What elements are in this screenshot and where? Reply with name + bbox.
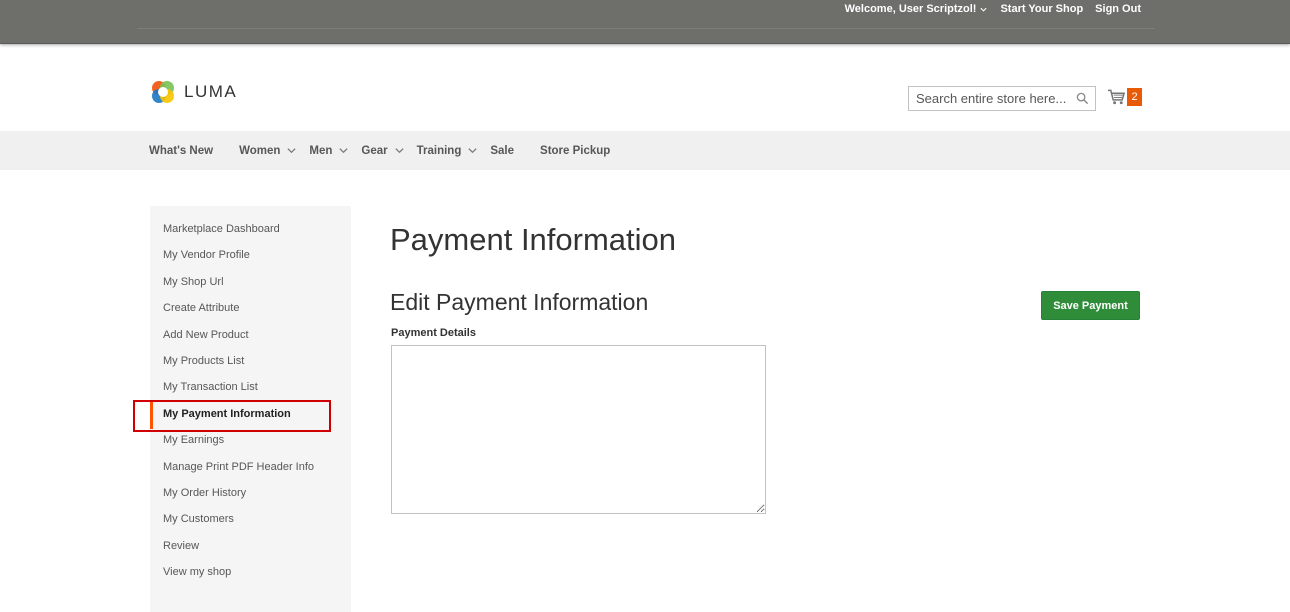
logo-text: LUMA [184, 82, 238, 101]
sidebar-item-add-new-product[interactable]: Add New Product [163, 329, 249, 341]
nav-item-label: What's New [149, 144, 214, 157]
luma-logo-icon [152, 81, 174, 103]
nav-item-label: Training [416, 144, 462, 157]
main-nav: What's New Women Men Gear Training Sale Store … [0, 131, 1290, 170]
payment-details-label: Payment Details [391, 327, 476, 339]
nav-item-sale[interactable]: Sale [490, 145, 514, 157]
sidebar-item-my-order-history[interactable]: My Order History [163, 487, 246, 499]
section-title: Edit Payment Information [390, 289, 649, 315]
welcome-text: Welcome, User Scriptzol! [844, 3, 977, 15]
top-bar: Welcome, User Scriptzol! Start Your Shop… [0, 0, 1290, 44]
sidebar-item-review[interactable]: Review [163, 540, 199, 552]
nav-item-store-pickup[interactable]: Store Pickup [540, 145, 610, 157]
sidebar-item-my-shop-url[interactable]: My Shop Url [163, 276, 224, 288]
sidebar-item-my-products-list[interactable]: My Products List [163, 355, 244, 367]
chevron-down-icon [980, 7, 988, 12]
payment-details-textarea[interactable] [391, 345, 766, 514]
search-input[interactable] [909, 87, 1077, 110]
sidebar-item-view-my-shop[interactable]: View my shop [163, 566, 231, 578]
nav-item-label: Women [239, 144, 281, 157]
nav-item-label: Sale [490, 144, 515, 157]
cart-icon [1107, 89, 1126, 105]
mini-cart[interactable]: 2 [1107, 88, 1142, 106]
sign-out-link[interactable]: Sign Out [1095, 3, 1141, 15]
sidebar-item-create-attribute[interactable]: Create Attribute [163, 302, 239, 314]
nav-item-women[interactable]: Women [239, 145, 297, 157]
sidebar-item-my-customers[interactable]: My Customers [163, 513, 234, 525]
welcome-menu[interactable]: Welcome, User Scriptzol! [845, 3, 989, 15]
nav-item-gear[interactable]: Gear [361, 145, 404, 157]
chevron-down-icon [339, 148, 348, 154]
sidebar-item-my-earnings[interactable]: My Earnings [163, 434, 224, 446]
nav-item-men[interactable]: Men [309, 145, 349, 157]
nav-item-training[interactable]: Training [417, 145, 479, 157]
nav-item-what-s-new[interactable]: What's New [149, 145, 213, 157]
sidebar-item-manage-print-pdf-header-info[interactable]: Manage Print PDF Header Info [163, 461, 314, 473]
sidebar-item-marketplace-dashboard[interactable]: Marketplace Dashboard [163, 223, 280, 235]
search-box [908, 86, 1096, 111]
save-payment-button[interactable]: Save Payment [1041, 291, 1140, 320]
top-links: Welcome, User Scriptzol! Start Your Shop… [845, 3, 1141, 15]
nav-item-label: Gear [361, 144, 388, 157]
sidebar-item-my-transaction-list[interactable]: My Transaction List [163, 381, 258, 393]
nav-items: What's New Women Men Gear Training Sale Store … [149, 131, 636, 170]
chevron-down-icon [395, 148, 404, 154]
highlight-box [133, 400, 331, 432]
sidebar-item-my-vendor-profile[interactable]: My Vendor Profile [163, 249, 250, 261]
chevron-down-icon [468, 148, 477, 154]
start-shop-link[interactable]: Start Your Shop [1000, 3, 1083, 15]
chevron-down-icon [287, 148, 296, 154]
cart-counter: 2 [1127, 88, 1142, 106]
page-title: Payment Information [390, 222, 677, 257]
nav-item-label: Store Pickup [540, 144, 611, 157]
nav-item-label: Men [309, 144, 333, 157]
luma-logo[interactable]: LUMA [150, 79, 237, 105]
search-icon[interactable] [1076, 92, 1089, 105]
